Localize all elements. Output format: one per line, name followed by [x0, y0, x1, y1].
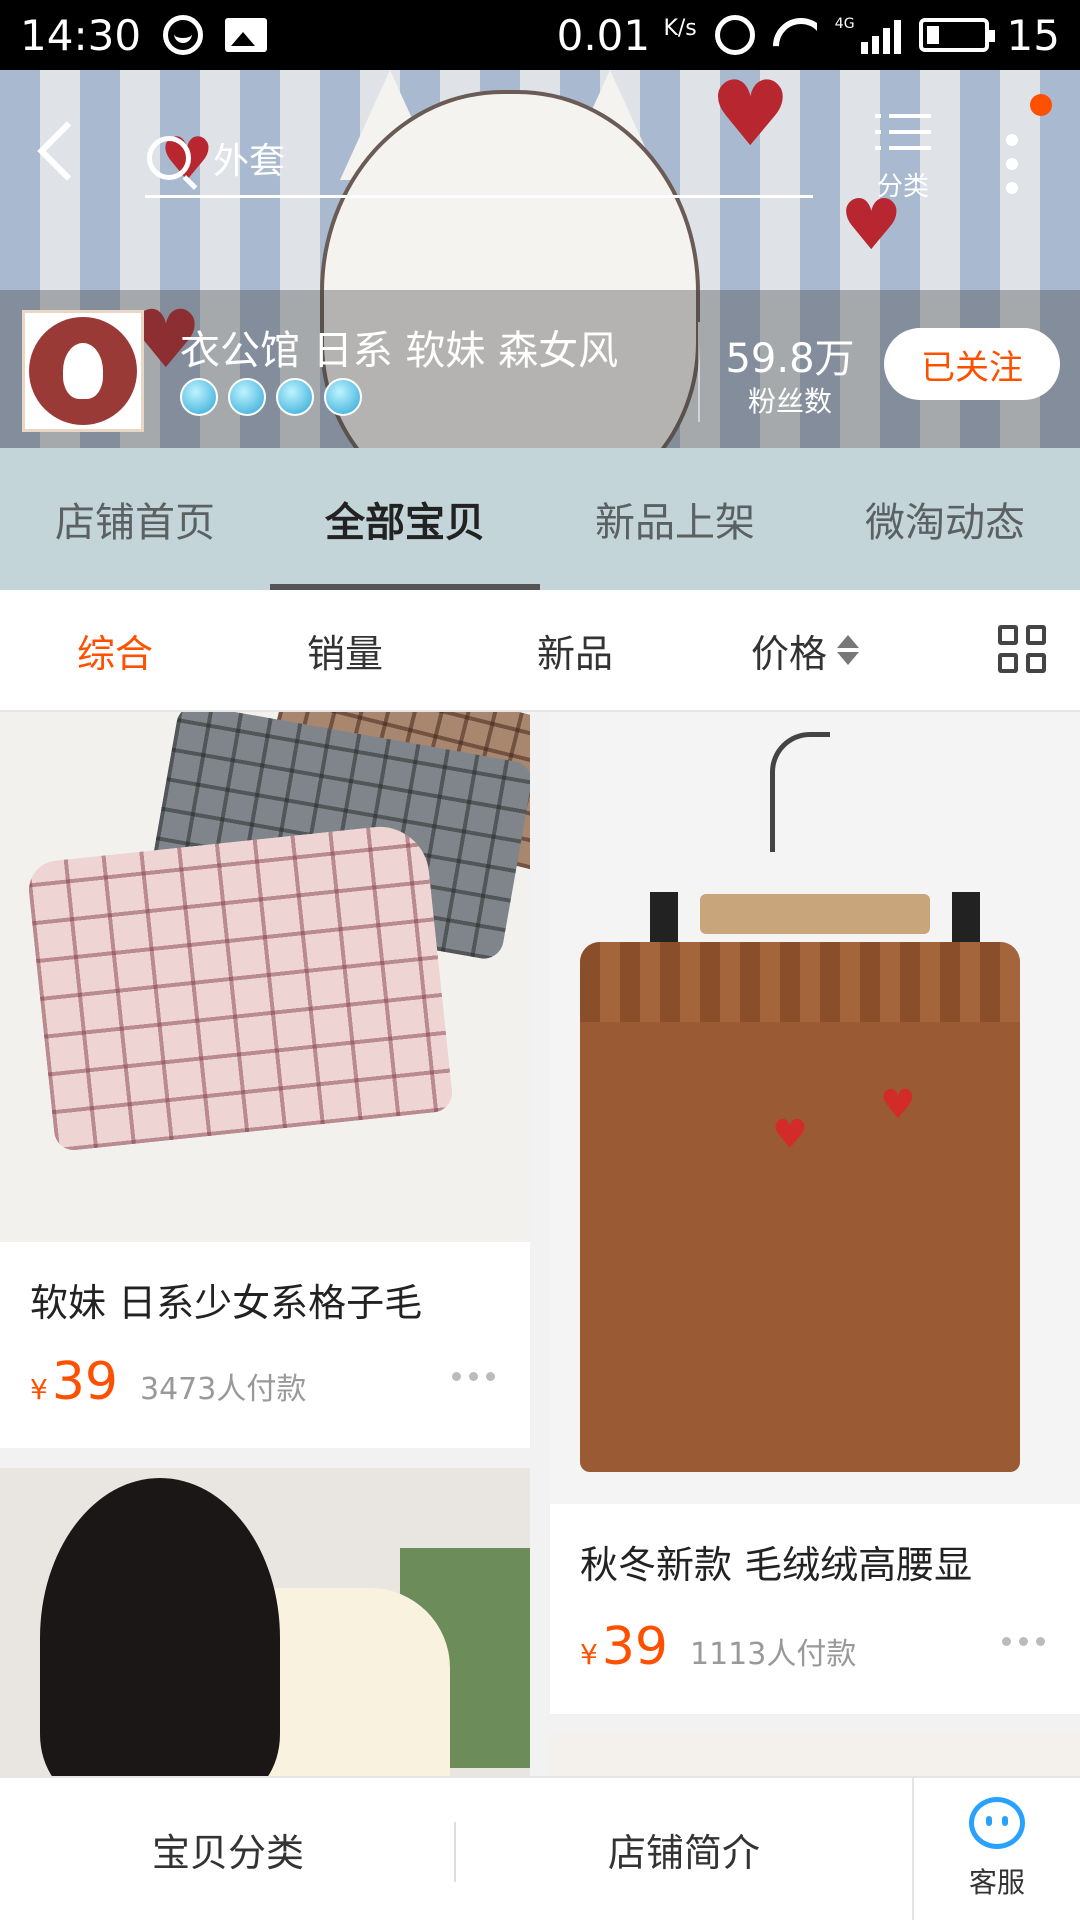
grid-view-toggle[interactable]	[998, 625, 1048, 675]
chat-bot-icon	[969, 1797, 1025, 1849]
category-button[interactable]: 分类	[868, 110, 938, 230]
shop-banner: ♥ ♥ ♥ ♥ 外套 分类 衣公馆 日系 软妹 森女风 59.8万 粉丝数 已关…	[0, 70, 1080, 448]
search-input[interactable]: 外套	[145, 120, 813, 198]
product-card[interactable]	[550, 1734, 1080, 1776]
product-card[interactable]: 软妹 日系少女系格子毛 ¥39 3473人付款	[0, 712, 530, 1448]
product-sold-count: 3473人付款	[140, 1372, 307, 1407]
product-sold-count: 1113人付款	[690, 1637, 857, 1672]
product-image[interactable]: ♥ ♥	[550, 712, 1080, 1504]
signal-icon: 4G	[835, 16, 901, 54]
shop-avatar[interactable]	[22, 310, 144, 432]
tab-all-items[interactable]: 全部宝贝	[270, 448, 540, 590]
fans-label: 粉丝数	[747, 385, 832, 418]
fans-count: 59.8万	[725, 336, 855, 382]
customer-service-button[interactable]: 客服	[912, 1778, 1080, 1920]
crown-icon	[324, 378, 362, 416]
crown-icon	[180, 378, 218, 416]
sort-sales[interactable]: 销量	[230, 623, 460, 678]
item-category-button[interactable]: 宝贝分类	[0, 1778, 456, 1920]
status-bar: 14:30 0.01 K/s 4G 15	[0, 0, 1080, 70]
back-button[interactable]	[32, 120, 82, 180]
product-more-button[interactable]	[452, 1372, 502, 1382]
bottom-bar: 宝贝分类 店铺简介 客服	[0, 1776, 1080, 1920]
product-image[interactable]	[0, 712, 530, 1242]
product-price: ¥39 1113人付款	[580, 1617, 857, 1677]
list-icon	[875, 110, 931, 156]
battery-level: 15	[1006, 10, 1060, 60]
wifi-icon	[773, 18, 817, 52]
shop-intro-button[interactable]: 店铺简介	[456, 1778, 912, 1920]
battery-icon	[918, 18, 995, 52]
search-icon	[147, 135, 191, 180]
shop-tabs: 店铺首页 全部宝贝 新品上架 微淘动态	[0, 448, 1080, 590]
customer-service-label: 客服	[968, 1866, 1025, 1899]
tab-new-arrivals[interactable]: 新品上架	[540, 448, 810, 590]
sync-icon	[163, 15, 204, 55]
status-time: 14:30	[20, 10, 142, 60]
crown-icon	[228, 378, 266, 416]
alarm-icon	[714, 15, 755, 55]
sort-bar: 综合 销量 新品 价格	[0, 590, 1080, 712]
sort-newest[interactable]: 新品	[460, 623, 690, 678]
product-grid: 软妹 日系少女系格子毛 ¥39 3473人付款 ♥ ♥ 秋冬新款 毛绒绒高腰显 …	[0, 712, 1080, 1776]
follow-button[interactable]: 已关注	[884, 328, 1060, 400]
product-price: ¥39 3473人付款	[30, 1352, 307, 1412]
search-text: 外套	[213, 140, 286, 182]
network-speed: 0.01 K/s	[556, 10, 697, 60]
tab-weitao-feed[interactable]: 微淘动态	[810, 448, 1080, 590]
sort-comprehensive[interactable]: 综合	[0, 623, 230, 678]
product-card[interactable]: ♥ ♥ 秋冬新款 毛绒绒高腰显 ¥39 1113人付款	[550, 712, 1080, 1714]
crown-icon	[276, 378, 314, 416]
notification-dot	[1030, 94, 1052, 116]
product-image[interactable]	[0, 1468, 530, 1776]
product-title: 软妹 日系少女系格子毛	[30, 1281, 423, 1325]
product-title: 秋冬新款 毛绒绒高腰显	[580, 1543, 973, 1587]
category-label: 分类	[876, 172, 929, 202]
more-menu-button[interactable]	[1000, 126, 1024, 206]
shop-rating-crowns	[180, 378, 362, 416]
shop-name: 衣公馆 日系 软妹 森女风	[180, 328, 619, 374]
sort-price-label: 价格	[750, 631, 827, 676]
tab-home[interactable]: 店铺首页	[0, 448, 270, 590]
product-card[interactable]	[0, 1468, 530, 1776]
image-notification-icon	[225, 18, 268, 52]
product-more-button[interactable]	[1002, 1637, 1052, 1647]
sort-price[interactable]: 价格	[690, 623, 920, 678]
sort-arrows-icon	[837, 631, 859, 669]
